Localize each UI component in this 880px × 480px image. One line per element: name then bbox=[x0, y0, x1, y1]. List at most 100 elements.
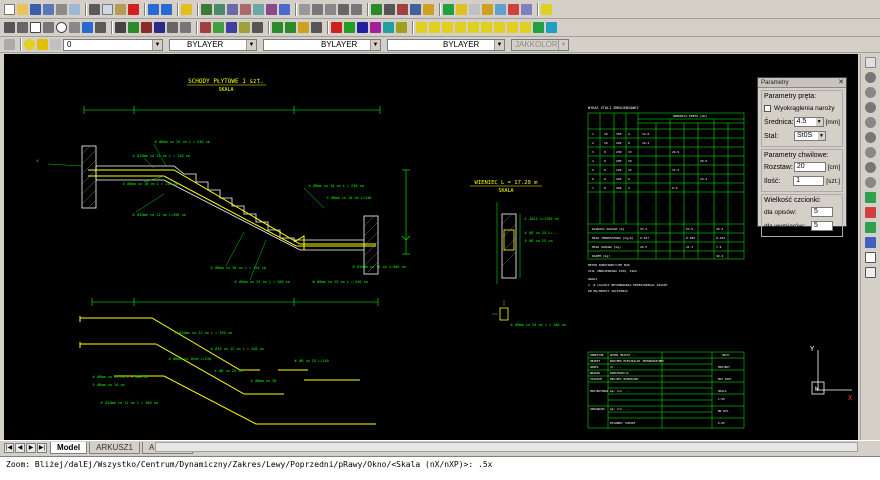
desc-input[interactable]: 5 bbox=[811, 207, 833, 217]
zoom-out-icon[interactable] bbox=[285, 22, 296, 33]
zoom-extents-icon[interactable] bbox=[865, 117, 876, 128]
break-icon[interactable] bbox=[252, 22, 263, 33]
tool-palette-icon[interactable] bbox=[253, 3, 264, 15]
list-view-icon[interactable] bbox=[865, 267, 876, 278]
prev-tab-icon[interactable]: ◀ bbox=[15, 442, 25, 453]
command-line[interactable]: Zoom: Bliżej/dalEj/Wszystko/Centrum/Dyna… bbox=[0, 456, 880, 480]
print-icon[interactable] bbox=[56, 3, 67, 15]
layer-state-icon[interactable] bbox=[4, 39, 15, 50]
pan-icon[interactable] bbox=[298, 22, 309, 33]
new-file-icon[interactable] bbox=[4, 3, 15, 15]
preview-icon[interactable] bbox=[69, 3, 80, 15]
array-icon[interactable] bbox=[180, 22, 191, 33]
close-icon[interactable]: ✕ bbox=[838, 78, 844, 88]
fillet-icon[interactable] bbox=[226, 22, 237, 33]
scale-icon[interactable] bbox=[141, 22, 152, 33]
view-icon[interactable] bbox=[865, 222, 876, 233]
close-icon[interactable] bbox=[865, 57, 876, 68]
zoom-scale-icon[interactable] bbox=[865, 177, 876, 188]
polar-icon[interactable] bbox=[351, 3, 362, 15]
diameter-select[interactable]: 4.5 ▼ bbox=[793, 117, 824, 127]
render-icon[interactable] bbox=[443, 3, 454, 15]
redraw-icon[interactable] bbox=[865, 192, 876, 203]
linetype-select[interactable]: BYLAYER ▼ bbox=[263, 38, 381, 51]
measure-icon[interactable] bbox=[410, 3, 421, 15]
design-center-icon[interactable] bbox=[240, 3, 251, 15]
horizontal-scrollbar[interactable] bbox=[155, 442, 858, 452]
delete-icon[interactable] bbox=[128, 3, 139, 15]
table-view-icon[interactable] bbox=[865, 252, 876, 263]
paste-icon[interactable] bbox=[115, 3, 126, 15]
tab-arkusz1[interactable]: ARKUSZ1 bbox=[89, 441, 141, 454]
arc-icon[interactable] bbox=[43, 22, 54, 33]
color-icon[interactable] bbox=[508, 3, 519, 15]
trim-icon[interactable] bbox=[200, 22, 211, 33]
window-icon[interactable] bbox=[279, 3, 290, 15]
redo-icon[interactable] bbox=[161, 3, 172, 15]
block-icon[interactable] bbox=[214, 3, 225, 15]
mirror-icon[interactable] bbox=[154, 22, 165, 33]
chevron-down-icon[interactable]: ▼ bbox=[818, 132, 825, 140]
polyline-icon[interactable] bbox=[17, 22, 28, 33]
count-input[interactable]: 1 bbox=[793, 176, 825, 186]
extend-icon[interactable] bbox=[213, 22, 224, 33]
help-icon[interactable] bbox=[181, 3, 192, 15]
lock-icon[interactable] bbox=[482, 3, 493, 15]
zoom-center-icon[interactable] bbox=[865, 147, 876, 158]
numbering-icon[interactable] bbox=[396, 22, 407, 33]
stirrup-icon[interactable] bbox=[344, 22, 355, 33]
panel-title-bar[interactable]: Parametry ✕ bbox=[758, 78, 846, 88]
drawing-canvas[interactable]: SCHODY PŁYTOWE 1 szt. SKALA ⑥ Ø6mm co 25… bbox=[4, 54, 858, 440]
cut-icon[interactable] bbox=[89, 3, 100, 15]
yellow-tool-7-icon[interactable] bbox=[494, 22, 505, 33]
yellow-tool-4-icon[interactable] bbox=[455, 22, 466, 33]
layer-off-icon[interactable] bbox=[469, 3, 480, 15]
regen-icon[interactable] bbox=[865, 207, 876, 218]
undo-icon[interactable] bbox=[148, 3, 159, 15]
cyan-tool-icon[interactable] bbox=[546, 22, 557, 33]
zoom-all-icon[interactable] bbox=[865, 132, 876, 143]
circle-icon[interactable] bbox=[56, 22, 67, 33]
chevron-down-icon[interactable]: ▼ bbox=[370, 39, 380, 50]
zoom-window-icon[interactable] bbox=[865, 87, 876, 98]
move-icon[interactable] bbox=[115, 22, 126, 33]
steel-select[interactable]: St0S ▼ bbox=[794, 131, 826, 141]
rebar-icon[interactable] bbox=[331, 22, 342, 33]
snap-icon[interactable] bbox=[312, 3, 323, 15]
yellow-tool-2-icon[interactable] bbox=[429, 22, 440, 33]
next-tab-icon[interactable]: ▶ bbox=[26, 442, 36, 453]
lineweight-select[interactable]: BYLAYER ▼ bbox=[387, 38, 505, 51]
save-icon[interactable] bbox=[30, 3, 41, 15]
point-icon[interactable] bbox=[95, 22, 106, 33]
first-tab-icon[interactable]: |◀ bbox=[4, 442, 14, 453]
zoom-previous-icon[interactable] bbox=[865, 102, 876, 113]
green-tool-icon[interactable] bbox=[533, 22, 544, 33]
ellipse-icon[interactable] bbox=[69, 22, 80, 33]
color-select[interactable]: BYLAYER ▼ bbox=[169, 38, 257, 51]
ortho-icon[interactable] bbox=[325, 3, 336, 15]
grid-icon[interactable] bbox=[299, 3, 310, 15]
layer-select[interactable]: 0 ▼ bbox=[63, 38, 163, 51]
zoom-in-icon[interactable] bbox=[272, 22, 283, 33]
chevron-down-icon[interactable]: ▼ bbox=[152, 39, 162, 50]
rotate-icon[interactable] bbox=[128, 22, 139, 33]
tab-model[interactable]: Model bbox=[50, 441, 88, 454]
zoom-dynamic-icon[interactable] bbox=[865, 162, 876, 173]
open-folder-icon[interactable] bbox=[17, 3, 28, 15]
table-icon[interactable] bbox=[357, 22, 368, 33]
save-all-icon[interactable] bbox=[43, 3, 54, 15]
yellow-tool-8-icon[interactable] bbox=[507, 22, 518, 33]
area-icon[interactable] bbox=[423, 3, 434, 15]
named-views-icon[interactable] bbox=[865, 237, 876, 248]
chevron-down-icon[interactable]: ▼ bbox=[494, 39, 504, 50]
yellow-tool-3-icon[interactable] bbox=[442, 22, 453, 33]
layer-manager-icon[interactable] bbox=[201, 3, 212, 15]
text-icon[interactable] bbox=[384, 3, 395, 15]
yellow-tool-5-icon[interactable] bbox=[468, 22, 479, 33]
rounding-checkbox[interactable] bbox=[764, 104, 771, 112]
yellow-tool-9-icon[interactable] bbox=[520, 22, 531, 33]
label-icon[interactable] bbox=[383, 22, 394, 33]
zoom-window-icon[interactable] bbox=[311, 22, 322, 33]
chevron-down-icon[interactable]: ▼ bbox=[246, 39, 256, 50]
zoom-realtime-icon[interactable] bbox=[865, 72, 876, 83]
